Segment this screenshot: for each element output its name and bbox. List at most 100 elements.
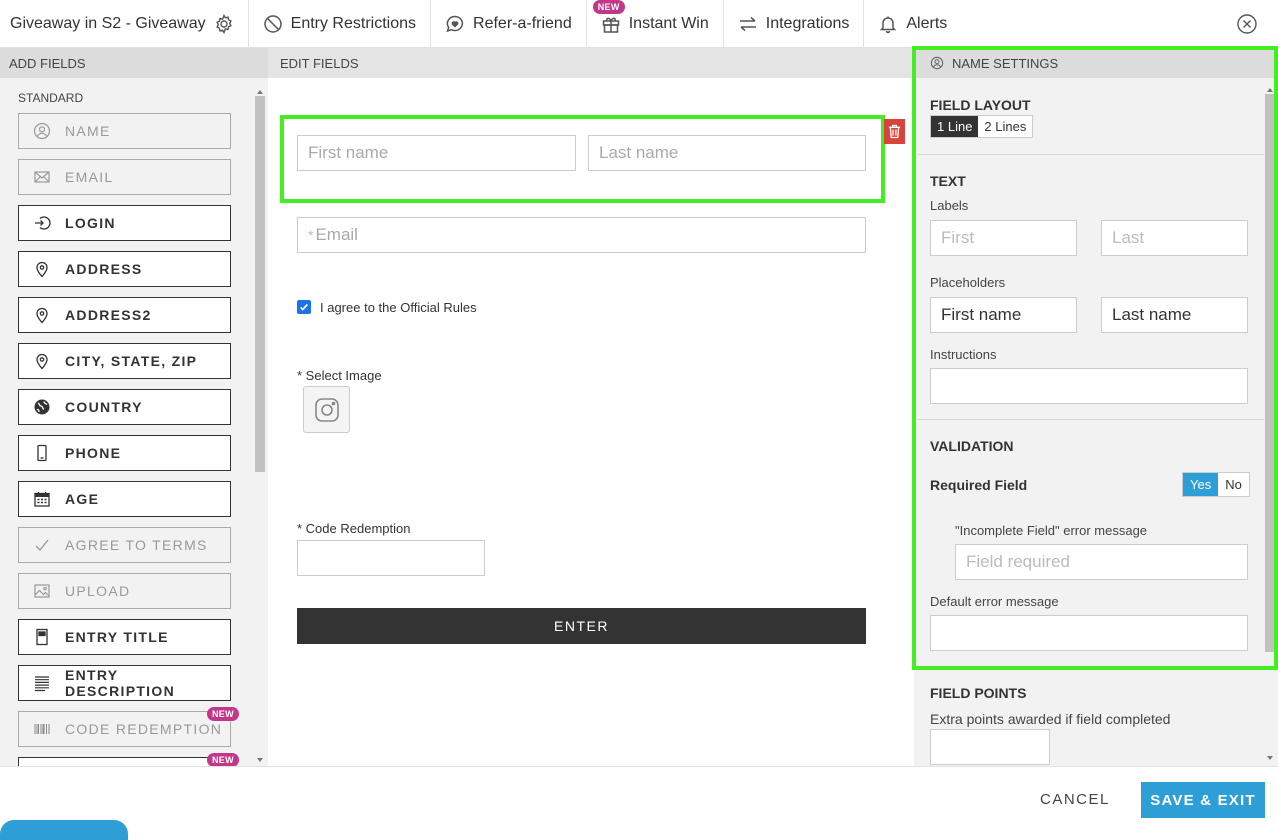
globe-icon [34,399,50,415]
field-points-input[interactable] [930,729,1050,765]
add-field-agree-to-terms[interactable]: AGREE TO TERMS [18,527,231,563]
default-error-label: Default error message [930,594,1059,609]
layout-2-lines-option[interactable]: 2 Lines [978,116,1032,137]
layout-1-line-option[interactable]: 1 Line [931,116,979,137]
tab-instant-win-label: Instant Win [628,14,709,32]
field-layout-toggle[interactable]: 1 Line 2 Lines [930,115,1034,138]
add-field-address[interactable]: ADDRESS [18,251,231,287]
add-field-upload[interactable]: UPLOAD [18,573,231,609]
left-scrollbar[interactable] [253,88,265,764]
trash-icon [888,124,901,139]
add-field-age[interactable]: AGE [18,481,231,517]
scroll-up-arrow-icon[interactable] [1264,86,1276,94]
field-points-heading: FIELD POINTS [930,685,1027,701]
scroll-down-arrow-icon[interactable] [254,756,266,764]
new-badge: NEW [592,0,625,14]
label-first-placeholder: First [941,228,975,247]
tab-refer-a-friend-label: Refer-a-friend [473,14,572,32]
gift-icon [602,17,619,33]
left-scrollbar-thumb[interactable] [255,96,265,472]
image-icon [34,584,50,598]
giveaway-title[interactable]: Giveaway in S2 - Giveaway [0,0,249,48]
text-lines-icon [35,676,49,692]
right-scrollbar-thumb[interactable] [1265,94,1275,652]
agree-checkbox[interactable] [297,300,311,314]
add-field-address2[interactable]: ADDRESS2 [18,297,231,333]
add-field-country[interactable]: COUNTRY [18,389,231,425]
add-field-label: NAME [65,123,111,139]
placeholder-first-input[interactable]: First name [930,297,1077,333]
select-image-button[interactable] [303,386,350,433]
giveaway-title-label: Giveaway in S2 - Giveaway [10,14,206,32]
add-field-code-redemption[interactable]: CODE REDEMPTION [18,711,231,747]
chat-launcher-button[interactable] [0,820,128,840]
label-last-placeholder: Last [1112,228,1145,247]
document-icon [36,628,48,646]
add-field-label: PHONE [65,445,122,461]
add-field-phone[interactable]: PHONE [18,435,231,471]
delete-field-button[interactable] [884,119,905,144]
name-settings-title: NAME SETTINGS [952,55,1059,71]
cancel-button[interactable]: CANCEL [1040,791,1110,808]
add-field-partial[interactable] [18,757,231,766]
calendar-icon [34,492,50,507]
add-fields-header: ADD FIELDS [0,48,268,78]
enter-button[interactable]: ENTER [297,608,866,644]
required-field-toggle[interactable]: Yes No [1182,472,1250,497]
add-field-label: LOGIN [65,215,116,231]
label-last-input[interactable]: Last [1101,220,1248,256]
required-yes-option[interactable]: Yes [1183,473,1219,496]
right-scrollbar[interactable] [1263,86,1275,762]
tab-alerts[interactable]: Alerts [864,0,961,48]
add-field-label: ADDRESS [65,261,143,277]
add-fields-title: ADD FIELDS [9,55,86,71]
scroll-down-arrow-icon[interactable] [1264,754,1276,762]
tab-instant-win[interactable]: NEW Instant Win [587,0,724,48]
check-icon [300,303,308,311]
add-field-email[interactable]: EMAIL [18,159,231,195]
label-first-input[interactable]: First [930,220,1077,256]
first-name-field[interactable]: First name [297,135,576,171]
code-redemption-input[interactable] [297,540,485,576]
add-field-entry-description[interactable]: ENTRY DESCRIPTION [18,665,231,701]
placeholder-last-input[interactable]: Last name [1101,297,1248,333]
add-field-label: COUNTRY [65,399,143,415]
default-error-input[interactable] [930,615,1248,651]
tab-entry-restrictions[interactable]: Entry Restrictions [249,0,432,48]
required-field-label: Required Field [930,477,1028,493]
select-image-label: * Select Image [297,368,382,383]
scroll-up-arrow-icon[interactable] [254,88,266,96]
save-exit-button[interactable]: SAVE & EXIT [1141,782,1265,818]
validation-heading: VALIDATION [930,438,1014,454]
last-name-field[interactable]: Last name [588,135,866,171]
phone-icon [37,444,47,462]
swap-arrows-icon [739,16,756,31]
email-placeholder: Email [315,225,358,244]
agree-label: I agree to the Official Rules [320,300,477,315]
code-redemption-label: * Code Redemption [297,521,411,536]
new-badge: NEW [207,753,239,767]
labels-label: Labels [930,198,969,213]
email-field[interactable]: * Email [297,217,866,253]
add-field-entry-title[interactable]: ENTRY TITLE [18,619,231,655]
map-pin-icon [36,353,48,370]
gear-icon[interactable] [214,13,234,34]
tab-refer-a-friend[interactable]: Refer-a-friend [431,0,587,48]
map-pin-icon [36,307,48,324]
add-field-name[interactable]: NAME [18,113,231,149]
incomplete-field-input[interactable]: Field required [955,544,1248,580]
add-field-label: ENTRY DESCRIPTION [65,667,175,699]
placeholders-label: Placeholders [930,275,1006,290]
incomplete-field-label: "Incomplete Field" error message [955,523,1148,538]
required-no-option[interactable]: No [1218,473,1249,496]
instructions-input[interactable] [930,368,1248,404]
edit-fields-title: EDIT FIELDS [280,55,359,71]
add-field-label: UPLOAD [65,583,131,599]
barcode-icon [34,724,50,734]
close-icon[interactable] [1236,13,1258,35]
field-layout-heading: FIELD LAYOUT [930,97,1031,113]
add-field-city-state-zip[interactable]: CITY, STATE, ZIP [18,343,231,379]
add-field-label: AGREE TO TERMS [65,537,208,553]
add-field-login[interactable]: LOGIN [18,205,231,241]
tab-integrations[interactable]: Integrations [724,0,865,48]
